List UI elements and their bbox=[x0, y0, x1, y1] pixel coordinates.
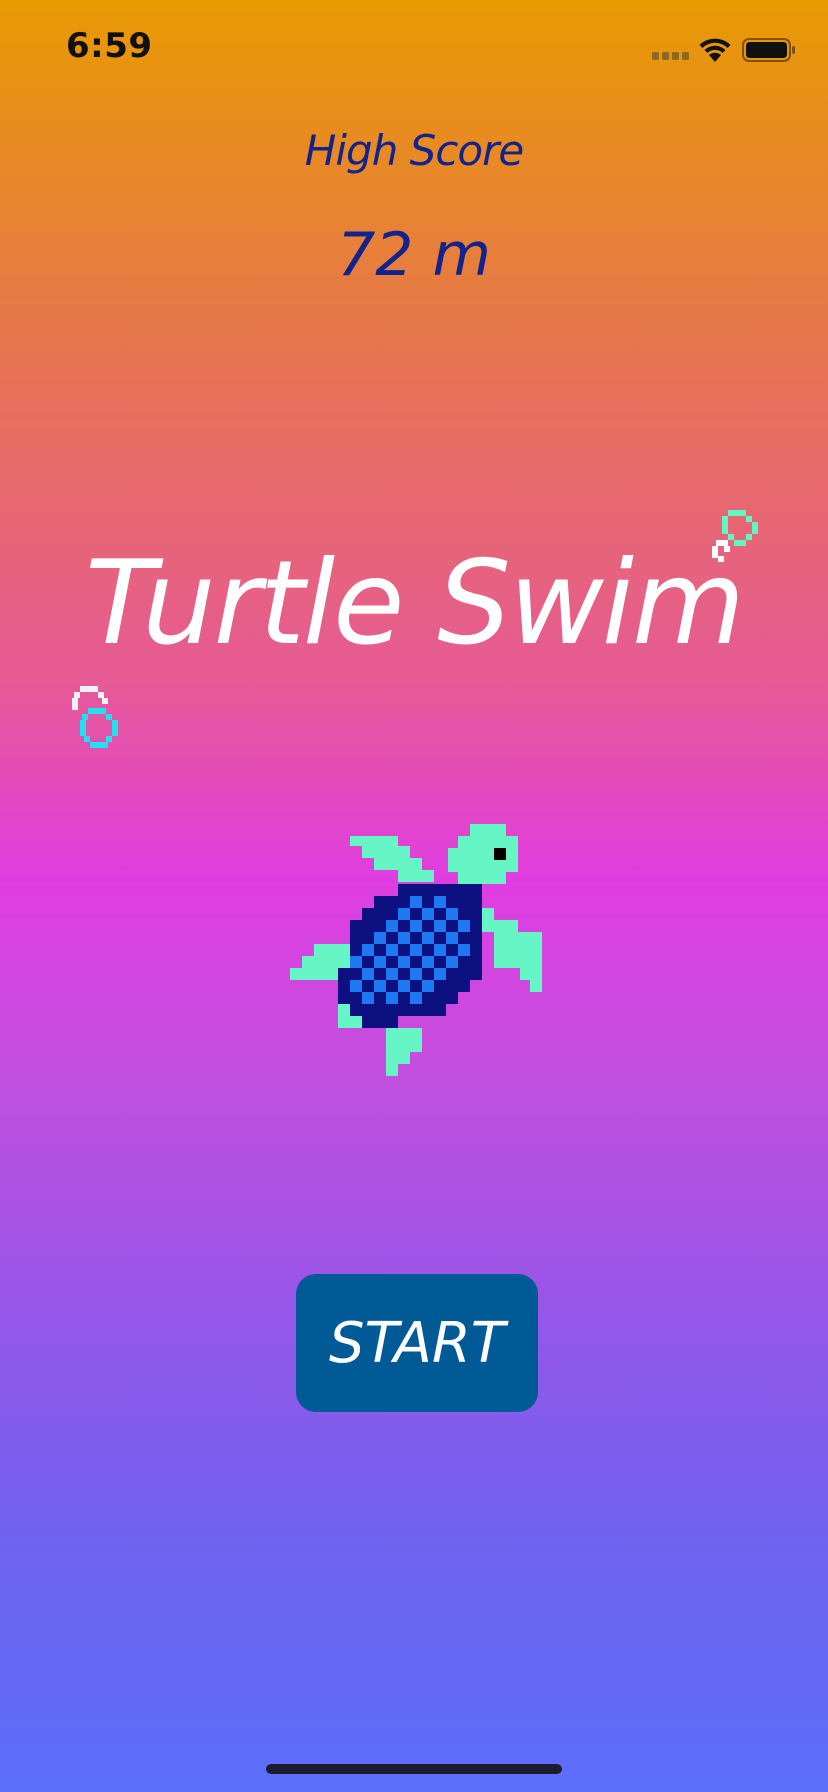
turtle-eye bbox=[494, 848, 506, 860]
bubble-icon bbox=[72, 686, 118, 748]
cellular-signal-icon bbox=[652, 52, 689, 60]
game-title: Turtle Swim bbox=[84, 536, 745, 671]
wifi-icon bbox=[699, 38, 731, 62]
high-score-value: 72 m bbox=[337, 220, 491, 290]
turtle-sprite bbox=[290, 824, 542, 1076]
status-time: 6:59 bbox=[66, 26, 153, 66]
game-start-screen: 6:59 High Score 72 m Turtle Swim START bbox=[0, 0, 828, 1792]
battery-icon bbox=[742, 38, 795, 62]
home-indicator[interactable] bbox=[266, 1764, 562, 1774]
start-button[interactable]: START bbox=[296, 1274, 538, 1412]
status-bar: 6:59 bbox=[0, 0, 828, 96]
high-score-label: High Score bbox=[304, 126, 524, 175]
